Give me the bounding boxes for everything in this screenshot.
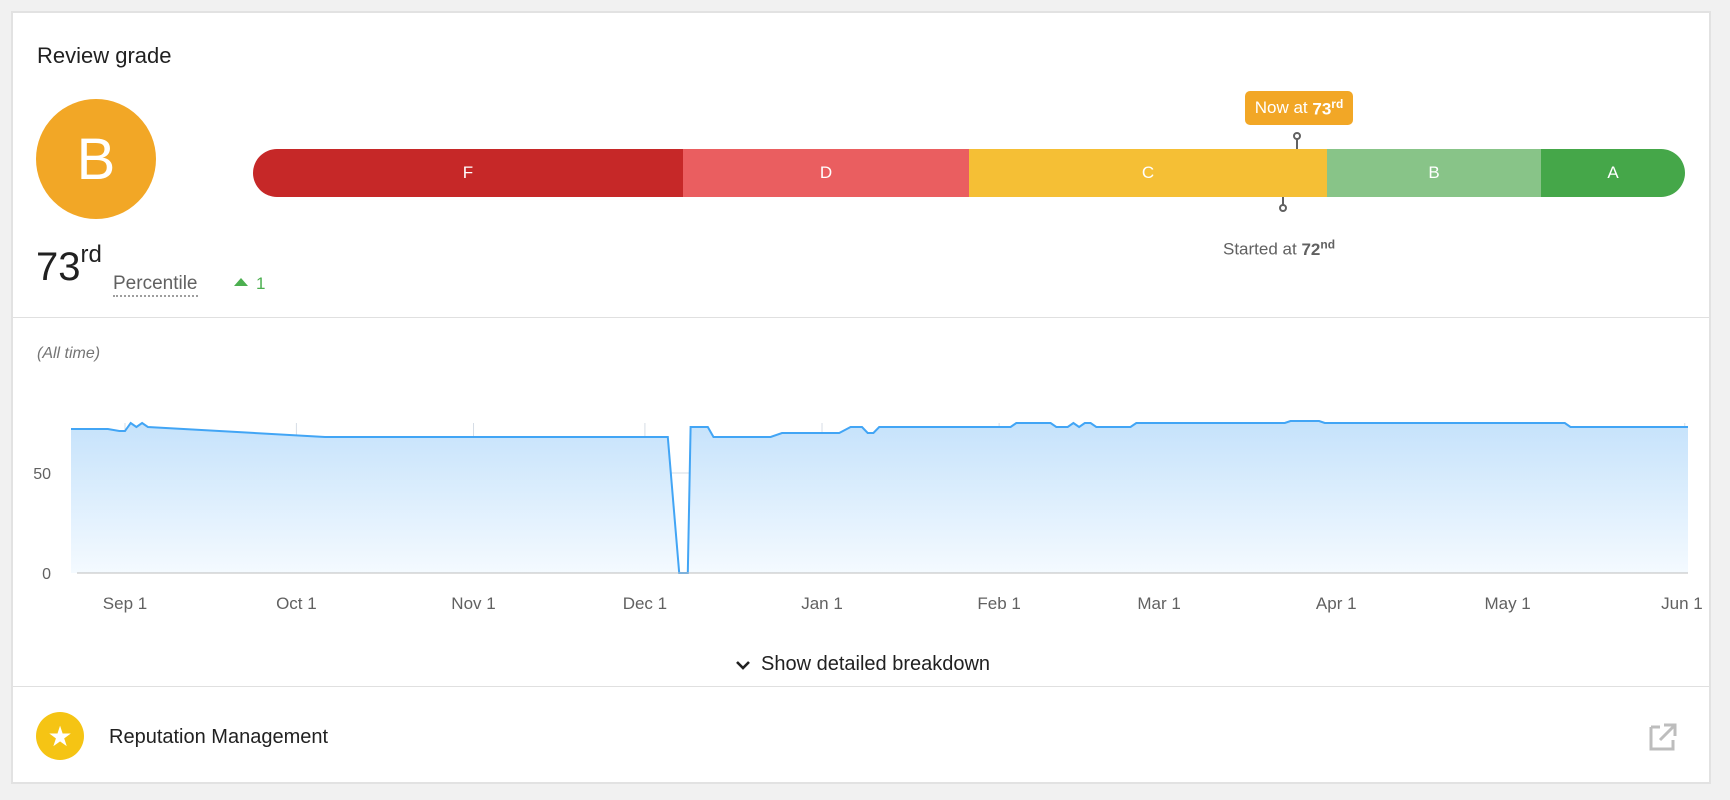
started-at-label: Started at 72nd <box>1223 237 1336 259</box>
x-tick-label: Oct 1 <box>276 594 317 613</box>
arrow-up-icon <box>234 278 248 286</box>
start-marker-dot <box>1279 204 1287 212</box>
grade-segment-d: D <box>683 149 969 197</box>
x-tick-label: Sep 1 <box>103 594 147 613</box>
y-tick-label: 0 <box>42 566 51 583</box>
grade-badge: B <box>36 99 156 219</box>
card-title: Review grade <box>37 43 172 68</box>
grade-segment-f: F <box>253 149 683 197</box>
percentile-value: 73rd <box>36 241 102 289</box>
review-grade-card: Review grade B 73rd Percentile 1 Now at … <box>11 11 1711 784</box>
now-marker-line <box>1296 139 1298 149</box>
x-tick-label: Feb 1 <box>977 594 1020 613</box>
percentile-label[interactable]: Percentile <box>113 273 198 297</box>
x-tick-label: Dec 1 <box>623 594 667 613</box>
show-breakdown-button[interactable]: Show detailed breakdown <box>733 653 990 676</box>
percentile-history-chart: 0 50 Sep 1 Oct 1 Nov 1 Dec 1 Jan 1 Feb 1 Mar 1 A… <box>33 420 1703 613</box>
x-tick-label: Mar 1 <box>1137 594 1180 613</box>
grade-segment-a: A <box>1541 149 1685 197</box>
section-divider <box>13 686 1709 687</box>
star-icon: ★ <box>36 712 84 760</box>
y-tick-label: 50 <box>33 466 51 483</box>
x-tick-label: Jan 1 <box>801 594 843 613</box>
chart-area-fill <box>71 421 1688 573</box>
grade-letter: B <box>76 126 116 192</box>
x-tick-label: Apr 1 <box>1316 594 1357 613</box>
time-range-label: (All time) <box>37 345 101 362</box>
x-tick-label: Jun 1 <box>1661 594 1703 613</box>
open-external-icon[interactable] <box>1645 721 1679 755</box>
section-divider <box>13 317 1709 318</box>
grade-scale-bar: F D C B A <box>253 149 1685 197</box>
grade-segment-b: B <box>1327 149 1541 197</box>
percentile-change: 1 <box>234 274 265 294</box>
grade-segment-c: C <box>969 149 1327 197</box>
reputation-management-label: Reputation Management <box>109 726 329 748</box>
chevron-down-icon <box>736 660 750 670</box>
now-at-badge: Now at 73rd <box>1245 91 1353 125</box>
x-tick-label: May 1 <box>1484 594 1530 613</box>
show-breakdown-label: Show detailed breakdown <box>761 653 991 675</box>
x-tick-label: Nov 1 <box>451 594 495 613</box>
